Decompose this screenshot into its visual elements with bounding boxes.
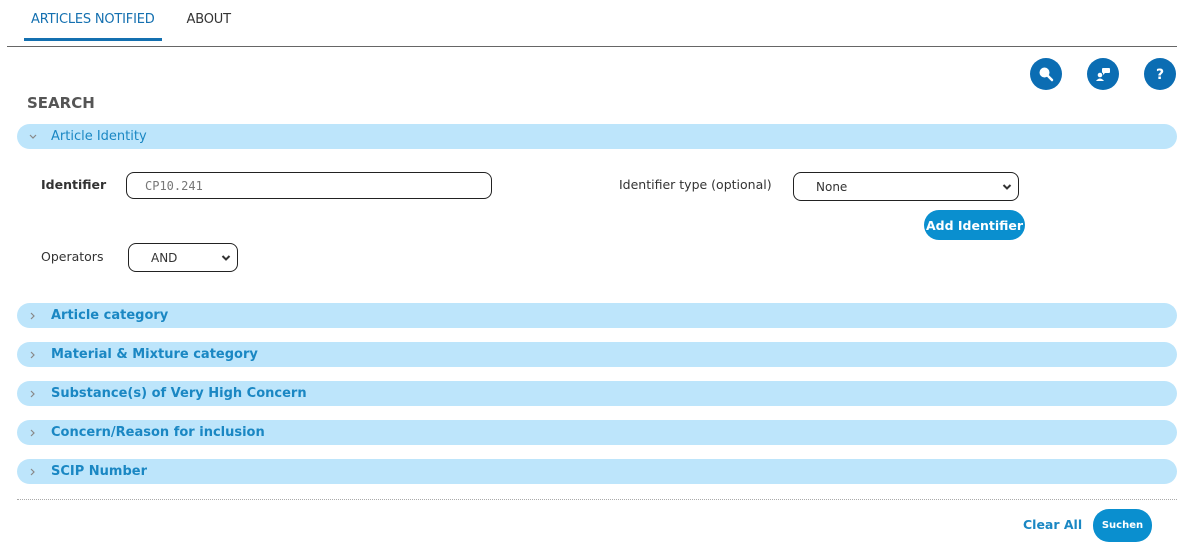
footer-divider xyxy=(17,499,1177,500)
chevron-down-icon xyxy=(1002,180,1012,194)
chevron-down-icon xyxy=(221,251,231,265)
panel-article-category[interactable]: Article category xyxy=(17,303,1177,328)
clear-all-button[interactable]: Clear All xyxy=(1023,517,1082,532)
panel-concern-reason[interactable]: Concern/Reason for inclusion xyxy=(17,420,1177,445)
main-tabs: ARTICLES NOTIFIED ABOUT xyxy=(24,0,256,41)
panel-label: Material & Mixture category xyxy=(51,347,258,362)
page-title: SEARCH xyxy=(27,94,95,112)
feedback-icon[interactable] xyxy=(1087,58,1119,90)
chevron-down-icon xyxy=(27,133,39,141)
panel-label: Article Identity xyxy=(51,129,147,144)
panel-label: Concern/Reason for inclusion xyxy=(51,425,265,440)
add-identifier-button[interactable]: Add Identifier xyxy=(924,210,1025,240)
panel-label: Substance(s) of Very High Concern xyxy=(51,386,307,401)
chevron-right-icon xyxy=(27,428,39,438)
chevron-right-icon xyxy=(27,467,39,477)
panel-label: Article category xyxy=(51,308,169,323)
tab-divider xyxy=(7,46,1177,47)
chevron-right-icon xyxy=(27,311,39,321)
toolbar: ? xyxy=(1030,58,1176,90)
operators-select[interactable]: AND xyxy=(128,243,238,272)
operators-label: Operators xyxy=(41,249,104,264)
panel-scip-number[interactable]: SCIP Number xyxy=(17,459,1177,484)
tab-articles-notified[interactable]: ARTICLES NOTIFIED xyxy=(24,0,162,41)
panel-label: SCIP Number xyxy=(51,464,148,479)
identifier-input[interactable] xyxy=(126,172,492,199)
panel-svhc[interactable]: Substance(s) of Very High Concern xyxy=(17,381,1177,406)
search-icon[interactable] xyxy=(1030,58,1062,90)
identifier-type-select[interactable]: None xyxy=(793,172,1019,201)
panel-material-mixture-category[interactable]: Material & Mixture category xyxy=(17,342,1177,367)
panel-article-identity[interactable]: Article Identity xyxy=(17,124,1177,149)
chevron-right-icon xyxy=(27,350,39,360)
help-icon[interactable]: ? xyxy=(1144,58,1176,90)
operators-value: AND xyxy=(151,250,178,265)
chevron-right-icon xyxy=(27,389,39,399)
tab-about[interactable]: ABOUT xyxy=(180,0,238,38)
identifier-type-value: None xyxy=(816,179,848,194)
svg-text:?: ? xyxy=(1156,67,1164,83)
search-submit-button[interactable]: Suchen xyxy=(1093,509,1152,542)
identifier-label: Identifier xyxy=(41,177,107,192)
identifier-type-label: Identifier type (optional) xyxy=(619,177,772,192)
